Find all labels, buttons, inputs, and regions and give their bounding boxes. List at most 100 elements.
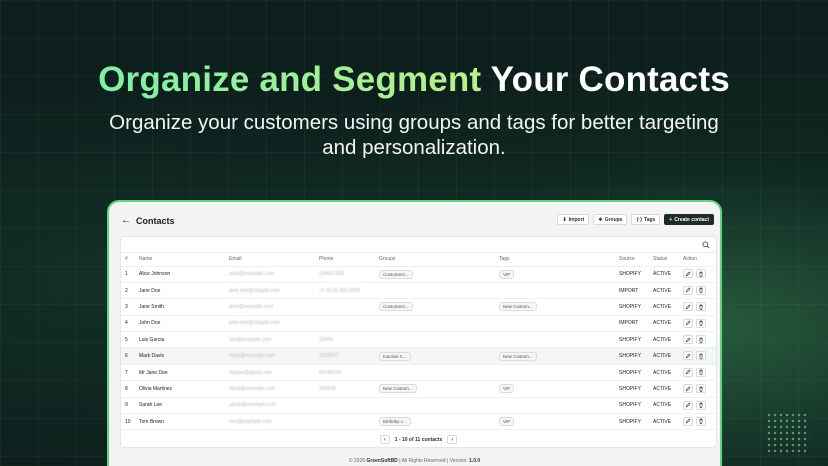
contact-source: SHOPIFY	[615, 413, 649, 431]
edit-icon[interactable]	[683, 285, 693, 295]
edit-icon[interactable]	[683, 384, 693, 394]
contact-group: Inactive C...	[375, 347, 495, 365]
delete-icon[interactable]	[696, 416, 706, 426]
row-actions	[679, 298, 716, 316]
contacts-table-card: # Name Email Phone Groups Tags Source Status Act…	[120, 236, 717, 448]
row-actions	[679, 266, 716, 283]
edit-icon[interactable]	[683, 269, 693, 279]
contact-name: Mr Jane Doe	[135, 364, 225, 382]
chevron-left-icon[interactable]: ‹	[379, 435, 390, 444]
delete-icon[interactable]	[696, 302, 706, 312]
delete-icon[interactable]	[696, 335, 706, 344]
row-number-text: 2	[125, 287, 128, 294]
edit-icon[interactable]	[683, 302, 693, 312]
back-arrow-icon[interactable]: ←	[121, 215, 131, 226]
page-header: ← Contacts ⬇ Import ❖ Groups {·} Tags + …	[119, 212, 714, 228]
row-actions	[679, 364, 716, 382]
import-button[interactable]: ⬇ Import	[557, 214, 590, 225]
contacts-table: # Name Email Phone Groups Tags Source Status Act…	[121, 253, 716, 431]
delete-icon[interactable]	[696, 351, 706, 361]
contact-email: mark@example.com	[225, 347, 315, 365]
contact-group	[375, 364, 495, 382]
row-number-text: 7	[125, 369, 128, 376]
contact-status: ACTIVE	[649, 364, 679, 382]
footer-prefix: © 2025	[348, 458, 366, 464]
table-row[interactable]: 3 Jane Smith jane@example.com Customers... N…	[121, 298, 716, 316]
row-actions	[679, 413, 716, 431]
delete-icon[interactable]	[696, 285, 706, 295]
table-row[interactable]: 2 Jane Doe jane.doe@shopify.com +1 (613) 55…	[121, 282, 716, 300]
tag-badge: VIP	[499, 384, 515, 394]
delete-icon[interactable]	[696, 367, 706, 377]
contact-name-text: Jane Smith	[139, 303, 165, 310]
table-row[interactable]: 9 Sarah Lee sarah@example.com SHOPIFY ACTIVE	[121, 397, 716, 415]
contact-group: New Custom...	[375, 380, 495, 398]
table-row[interactable]: 1 Alice Johnson alice@example.com 234567890…	[121, 266, 716, 283]
contact-name: Luis Garcia	[135, 331, 225, 349]
tags-button[interactable]: {·} Tags	[631, 214, 661, 225]
row-actions	[679, 331, 716, 349]
contact-source: SHOPIFY	[615, 347, 649, 365]
edit-icon[interactable]	[683, 351, 693, 361]
row-number: 4	[121, 315, 135, 333]
row-number-text: 6	[125, 353, 128, 360]
contact-group	[375, 282, 495, 300]
page-title-group: ← Contacts	[121, 215, 175, 226]
edit-icon[interactable]	[683, 367, 693, 377]
plus-icon: +	[669, 216, 673, 223]
edit-icon[interactable]	[683, 318, 693, 328]
contact-name-text: Mark Davis	[139, 353, 165, 360]
row-actions	[679, 282, 716, 300]
app-footer: © 2025 GreenSoftBD | All Rights Reserved…	[109, 458, 720, 464]
chevron-right-icon[interactable]: ›	[447, 435, 458, 444]
contact-group: Customers...	[375, 266, 495, 283]
hero-title-rest: Your Contacts	[490, 60, 730, 99]
row-number: 7	[121, 364, 135, 382]
contact-phone: 1234567	[315, 347, 375, 365]
edit-icon[interactable]	[683, 416, 693, 426]
contact-phone-text: 23456	[319, 336, 333, 343]
table-row[interactable]: 4 John Doe john.doe@shopify.com IMPORT ACTIV…	[121, 315, 716, 333]
delete-icon[interactable]	[696, 400, 706, 410]
row-number: 10	[121, 413, 135, 431]
row-number-text: 1	[125, 271, 128, 278]
footer-version: 1.0.0	[469, 458, 481, 464]
row-number-text: 3	[125, 303, 128, 310]
create-contact-button[interactable]: + Create contact	[664, 214, 714, 225]
contact-tag: VIP	[495, 266, 615, 283]
contact-status: ACTIVE	[649, 347, 679, 365]
column-header: Action	[679, 253, 716, 267]
search-icon[interactable]	[702, 241, 710, 249]
contact-email: olivia@example.com	[225, 380, 315, 398]
contact-name: Jane Smith	[135, 298, 225, 316]
delete-icon[interactable]	[696, 269, 706, 279]
contact-name-text: Luis Garcia	[139, 336, 165, 343]
contact-source: IMPORT	[615, 282, 649, 300]
table-row[interactable]: 10 Tom Brown tom@example.com Birthday c... V…	[121, 413, 716, 431]
contact-email-text: mrjane@gmail.com	[229, 369, 273, 376]
contact-source: SHOPIFY	[615, 397, 649, 415]
delete-icon[interactable]	[696, 384, 706, 394]
contact-tag: VIP	[495, 413, 615, 431]
contact-email-text: mark@example.com	[229, 353, 275, 360]
table-row[interactable]: 7 Mr Jane Doe mrjane@gmail.com 09786546 SHOP…	[121, 364, 716, 382]
contact-source: SHOPIFY	[615, 298, 649, 316]
app-window: ← Contacts ⬇ Import ❖ Groups {·} Tags + …	[107, 200, 722, 466]
table-row[interactable]: 5 Luis Garcia luis@example.com 23456 SHOPIFY…	[121, 331, 716, 349]
column-header: Email	[225, 253, 315, 267]
contact-email-text: luis@example.com	[229, 336, 272, 343]
edit-icon[interactable]	[683, 400, 693, 410]
table-row[interactable]: 8 Olivia Martinez olivia@example.com 345678…	[121, 380, 716, 398]
contact-phone: 09786546	[315, 364, 375, 382]
contact-phone: 345678	[315, 380, 375, 398]
groups-button[interactable]: ❖ Groups	[593, 214, 628, 225]
contact-name: Olivia Martinez	[135, 380, 225, 398]
table-row[interactable]: 6 Mark Davis mark@example.com 1234567 Inacti…	[121, 347, 716, 365]
contact-phone: 234567890	[315, 266, 375, 283]
table-header-row: # Name Email Phone Groups Tags Source Status Act…	[121, 253, 716, 267]
contact-email: jane.doe@shopify.com	[225, 282, 315, 300]
contact-name-text: John Doe	[139, 320, 161, 327]
delete-icon[interactable]	[696, 318, 706, 328]
edit-icon[interactable]	[683, 335, 693, 344]
contact-email-text: alice@example.com	[229, 271, 275, 278]
